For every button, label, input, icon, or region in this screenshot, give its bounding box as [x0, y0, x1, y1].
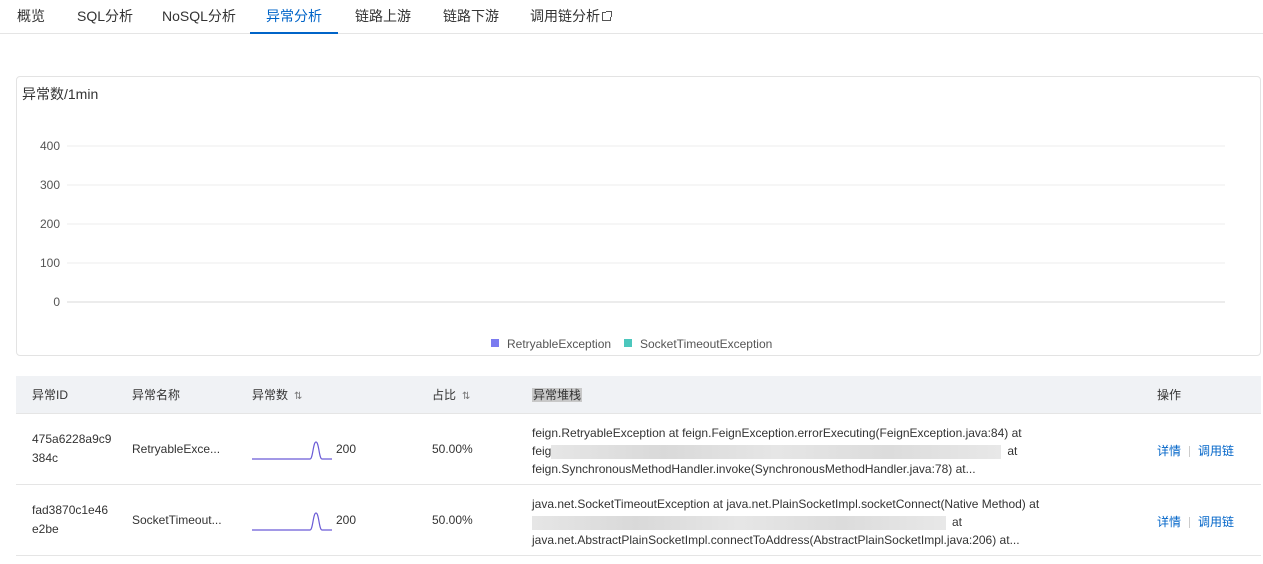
stack-text: at [952, 515, 963, 529]
sparkline [252, 441, 332, 460]
header-label: 异常数 [252, 388, 289, 402]
tab-label: SQL分析 [77, 8, 134, 24]
tab-label: 异常分析 [266, 8, 322, 24]
tab-label: 链路下游 [443, 8, 499, 24]
y-tick-label: 200 [40, 217, 60, 231]
stack-line: feig at [532, 442, 1052, 460]
detail-link[interactable]: 详情 [1157, 515, 1181, 529]
legend-swatch [491, 339, 499, 347]
sparkline-path [252, 512, 332, 531]
sparkline-path [252, 441, 332, 460]
detail-link[interactable]: 详情 [1157, 444, 1181, 458]
tab-exception-analysis[interactable]: 异常分析 [250, 0, 338, 34]
tab-sql-analysis[interactable]: SQL分析 [77, 0, 133, 34]
stack-line: java.net.SocketTimeoutException at java.… [532, 497, 1040, 511]
exception-id: fad3870c1e46e2be [32, 503, 109, 536]
exception-percentage: 50.00% [432, 513, 473, 527]
stack-text: at [1007, 444, 1018, 458]
legend-label: RetryableException [507, 337, 611, 351]
redacted-block [551, 444, 1002, 459]
header-operations: 操作 [1157, 388, 1182, 402]
stack-trace: feign.RetryableException at feign.FeignE… [532, 424, 1052, 478]
tab-downstream[interactable]: 链路下游 [443, 0, 499, 34]
divider [1189, 517, 1191, 529]
redacted-block [532, 515, 946, 530]
external-link-icon [602, 11, 612, 21]
trace-link[interactable]: 调用链 [1198, 515, 1234, 529]
header-stack-trace: 异常堆栈 [532, 376, 583, 414]
tab-label: NoSQL分析 [162, 8, 236, 24]
stack-line: feign.SynchronousMethodHandler.invoke(Sy… [532, 462, 976, 476]
exception-line-chart: 400 300 200 100 0 RetryableException SocketTim… [40, 139, 1225, 351]
stack-trace: java.net.SocketTimeoutException at java.… [532, 495, 1052, 549]
tab-trace-analysis[interactable]: 调用链分析 [530, 0, 612, 34]
sort-icon[interactable]: ⇅ [294, 378, 303, 416]
divider [1189, 446, 1191, 458]
header-exception-id: 异常ID [32, 388, 69, 402]
stack-text: feig [532, 444, 552, 458]
legend-swatch [624, 339, 632, 347]
table-row: fad3870c1e46e2be SocketTimeout... 200 50… [16, 485, 1261, 556]
header-exception-count[interactable]: 异常数 ⇅ [252, 376, 303, 416]
tab-overview[interactable]: 概览 [17, 0, 45, 34]
exception-name: RetryableExce... [132, 442, 221, 456]
stack-line: java.net.AbstractPlainSocketImpl.connect… [532, 533, 1020, 547]
tab-bar: 概览 SQL分析 NoSQL分析 异常分析 链路上游 链路下游 调用链分析 [0, 0, 1263, 34]
stack-line: feign.RetryableException at feign.FeignE… [532, 426, 1022, 440]
exception-count: 200 [336, 442, 357, 456]
trace-link[interactable]: 调用链 [1198, 444, 1234, 458]
legend-item[interactable]: SocketTimeoutException [624, 337, 772, 351]
tab-upstream[interactable]: 链路上游 [355, 0, 411, 34]
legend-label: SocketTimeoutException [640, 337, 772, 351]
header-label: 异常堆栈 [532, 388, 583, 402]
header-percentage[interactable]: 占比 ⇅ [432, 376, 471, 416]
row-actions: 详情 调用链 [1157, 442, 1234, 459]
legend-item[interactable]: RetryableException [491, 337, 611, 351]
exception-name: SocketTimeout... [132, 513, 222, 527]
y-tick-label: 300 [40, 178, 60, 192]
row-actions: 详情 调用链 [1157, 513, 1234, 530]
table-row: 475a6228a9c9384c RetryableExce... 200 50… [16, 414, 1261, 485]
tab-label: 调用链分析 [530, 8, 600, 24]
tab-nosql-analysis[interactable]: NoSQL分析 [162, 0, 236, 34]
y-tick-label: 0 [53, 295, 60, 309]
header-exception-name: 异常名称 [132, 388, 181, 402]
y-tick-label: 400 [40, 139, 60, 153]
sparkline [252, 512, 332, 531]
exception-chart-card: 异常数/1min 400 300 200 100 0 RetryableException… [16, 76, 1261, 356]
exception-id: 475a6228a9c9384c [32, 432, 112, 465]
stack-line: at [532, 513, 1052, 531]
sort-icon[interactable]: ⇅ [462, 378, 471, 416]
exception-percentage: 50.00% [432, 442, 473, 456]
table-header: 异常ID 异常名称 异常数 ⇅ 占比 ⇅ 异常堆栈 操作 [16, 376, 1261, 414]
y-tick-label: 100 [40, 256, 60, 270]
exception-count: 200 [336, 513, 357, 527]
tab-label: 概览 [17, 8, 45, 24]
tab-label: 链路上游 [355, 8, 411, 24]
header-label: 占比 [432, 388, 457, 402]
